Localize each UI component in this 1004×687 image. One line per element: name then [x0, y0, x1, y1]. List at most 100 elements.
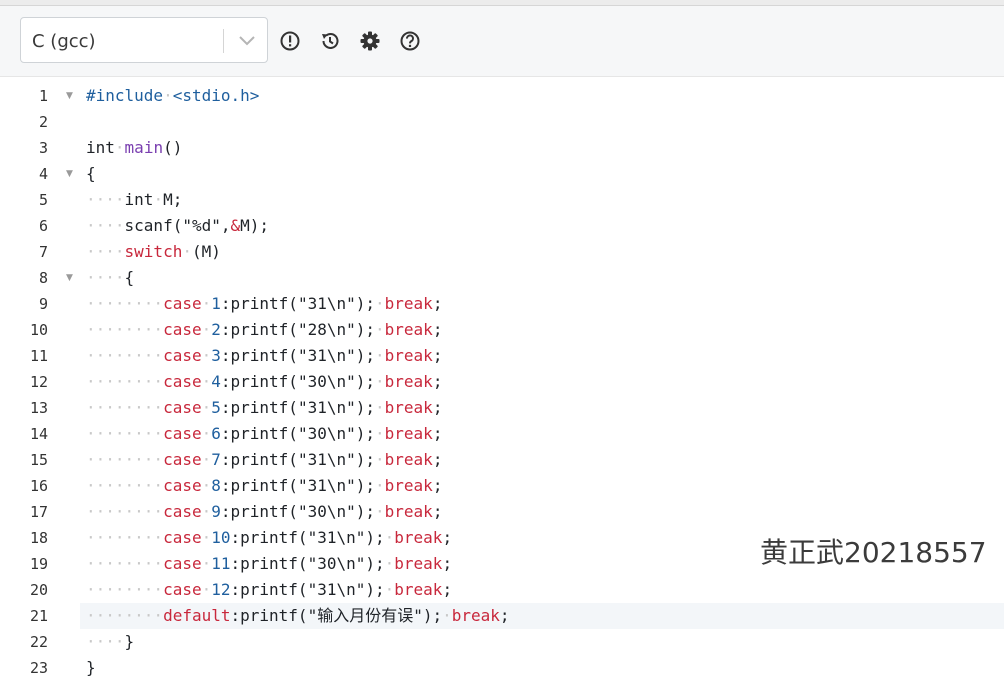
code-line[interactable]: 22 ····}: [0, 629, 1004, 655]
code-line-text[interactable]: ········case·6:printf("30\n");·break;: [80, 421, 1004, 447]
code-token: :printf("30\n");: [220, 502, 375, 521]
whitespace-marker: ·: [163, 86, 173, 105]
code-line-text[interactable]: ········case·1:printf("31\n");·break;: [80, 291, 1004, 317]
code-token: ;: [442, 554, 453, 573]
line-number: 20: [29, 581, 48, 599]
language-select[interactable]: C (gcc): [20, 17, 268, 63]
code-line[interactable]: 15 ········case·7:printf("31\n");·break;: [0, 447, 1004, 473]
chevron-down-icon[interactable]: [235, 32, 259, 50]
code-token: :printf("31\n");: [230, 528, 385, 547]
whitespace-marker: ····: [86, 216, 125, 235]
code-token: default: [163, 606, 231, 625]
fold-toggle-icon[interactable]: ▼: [66, 83, 73, 109]
line-number: 4: [38, 165, 48, 183]
whitespace-marker: ········: [86, 346, 164, 365]
whitespace-marker: ·: [201, 502, 212, 521]
code-token: break: [451, 606, 500, 625]
code-line-text[interactable]: [80, 109, 1004, 135]
code-line-text[interactable]: ········case·3:printf("31\n");·break;: [80, 343, 1004, 369]
code-editor[interactable]: 1 ▼ #include·<stdio.h> 2 3 int·main() 4 ▼ {5 ····…: [0, 77, 1004, 687]
code-line[interactable]: 10 ········case·2:printf("28\n");·break;: [0, 317, 1004, 343]
code-line[interactable]: 23}: [0, 655, 1004, 681]
code-line-text[interactable]: }: [80, 655, 1004, 681]
code-token: M;: [163, 190, 183, 209]
whitespace-marker: ····: [86, 632, 125, 651]
watermark-text: 黄正武20218557: [760, 536, 987, 569]
code-token: }: [86, 658, 96, 677]
code-line-text[interactable]: ········case·8:printf("31\n");·break;: [80, 473, 1004, 499]
history-icon[interactable]: [319, 30, 341, 52]
code-line[interactable]: 13 ········case·5:printf("31\n");·break;: [0, 395, 1004, 421]
fold-toggle-icon[interactable]: ▼: [66, 161, 73, 187]
code-line[interactable]: 14 ········case·6:printf("30\n");·break;: [0, 421, 1004, 447]
whitespace-marker: ····: [86, 190, 125, 209]
code-line[interactable]: 11 ········case·3:printf("31\n");·break;: [0, 343, 1004, 369]
code-token: M);: [240, 216, 270, 235]
code-token: ;: [432, 294, 443, 313]
whitespace-marker: ········: [86, 424, 164, 443]
gear-icon[interactable]: [359, 30, 381, 52]
line-number: 2: [38, 113, 48, 131]
code-line[interactable]: 4 ▼ {: [0, 161, 1004, 187]
whitespace-marker: ·: [375, 398, 385, 417]
code-line[interactable]: 17 ········case·9:printf("30\n");·break;: [0, 499, 1004, 525]
code-token: :printf("输入月份有误");: [230, 606, 443, 625]
code-line-text[interactable]: ····{: [80, 265, 1004, 291]
code-line[interactable]: 1 ▼ #include·<stdio.h>: [0, 83, 1004, 109]
code-line[interactable]: 20 ········case·12:printf("31\n");·break;: [0, 577, 1004, 603]
alert-icon[interactable]: [279, 30, 301, 52]
language-select-value: C (gcc): [32, 31, 96, 52]
code-line-text[interactable]: int·main(): [80, 135, 1004, 161]
code-token: :printf("30\n");: [220, 372, 375, 391]
code-line-text[interactable]: ········case·7:printf("31\n");·break;: [80, 447, 1004, 473]
code-line-text[interactable]: ····}: [80, 629, 1004, 655]
line-number: 9: [38, 295, 48, 313]
code-line-text[interactable]: ········case·5:printf("31\n");·break;: [80, 395, 1004, 421]
whitespace-marker: ·: [442, 606, 452, 625]
code-line[interactable]: 9 ········case·1:printf("31\n");·break;: [0, 291, 1004, 317]
code-line-text[interactable]: #include·<stdio.h>: [80, 83, 1004, 109]
code-token: ;: [432, 372, 443, 391]
code-line[interactable]: 3 int·main(): [0, 135, 1004, 161]
code-token: :printf("31\n");: [220, 294, 375, 313]
code-token: case: [163, 294, 202, 313]
code-token: 12: [211, 580, 231, 599]
code-token: break: [384, 502, 433, 521]
code-line[interactable]: 6 ····scanf("%d",&M);: [0, 213, 1004, 239]
code-line-text[interactable]: ········case·12:printf("31\n");·break;: [80, 577, 1004, 603]
code-token: :printf("31\n");: [230, 580, 385, 599]
code-token: case: [163, 450, 202, 469]
code-token: case: [163, 502, 202, 521]
line-number: 21: [29, 607, 48, 625]
code-line-text[interactable]: ········default:printf("输入月份有误");·break;: [80, 603, 1004, 629]
line-number: 11: [29, 347, 48, 365]
help-icon[interactable]: [399, 30, 421, 52]
code-token: :printf("31\n");: [220, 476, 375, 495]
code-token: ;: [432, 424, 443, 443]
code-line[interactable]: 16 ········case·8:printf("31\n");·break;: [0, 473, 1004, 499]
code-token: 1: [211, 294, 221, 313]
code-line-text[interactable]: ····scanf("%d",&M);: [80, 213, 1004, 239]
whitespace-marker: ········: [86, 398, 164, 417]
code-token: {: [86, 164, 96, 183]
code-line-text[interactable]: ····switch·(M): [80, 239, 1004, 265]
whitespace-marker: ·: [201, 294, 212, 313]
code-line[interactable]: 8 ▼ ····{: [0, 265, 1004, 291]
whitespace-marker: ········: [86, 580, 164, 599]
code-line[interactable]: 2: [0, 109, 1004, 135]
code-line[interactable]: 7 ····switch·(M): [0, 239, 1004, 265]
code-token: ;: [432, 320, 443, 339]
code-line[interactable]: 5 ····int·M;: [0, 187, 1004, 213]
line-number: 18: [29, 529, 48, 547]
code-line[interactable]: 21 ········default:printf("输入月份有误");·brea…: [0, 603, 1004, 629]
code-token: ;: [442, 580, 453, 599]
code-line-text[interactable]: ········case·9:printf("30\n");·break;: [80, 499, 1004, 525]
code-line-text[interactable]: ········case·2:printf("28\n");·break;: [80, 317, 1004, 343]
language-select-separator: [223, 29, 224, 53]
code-line-text[interactable]: ····int·M;: [80, 187, 1004, 213]
fold-toggle-icon[interactable]: ▼: [66, 265, 73, 291]
code-line[interactable]: 12 ········case·4:printf("30\n");·break;: [0, 369, 1004, 395]
whitespace-marker: ·: [375, 450, 385, 469]
code-line-text[interactable]: {: [80, 161, 1004, 187]
code-line-text[interactable]: ········case·4:printf("30\n");·break;: [80, 369, 1004, 395]
